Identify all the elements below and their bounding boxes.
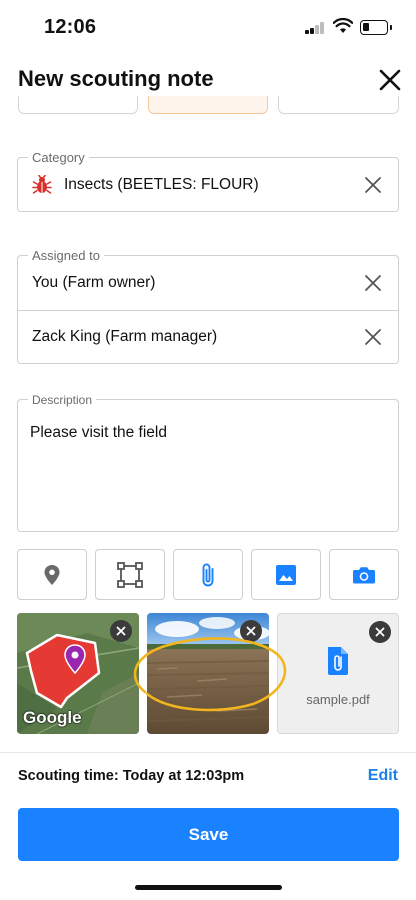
gallery-button[interactable] [251,549,321,600]
file-attachment-icon [328,647,348,675]
google-logo: Google [23,708,82,727]
remove-assignee-icon[interactable] [364,274,382,292]
edit-time-link[interactable]: Edit [368,767,398,785]
page-title: New scouting note [18,66,214,91]
location-pin-icon [44,564,60,585]
image-icon [276,564,296,585]
pdf-thumbnail[interactable]: sample.pdf [277,613,399,734]
map-thumbnail[interactable]: Google [17,613,139,734]
type-option-2[interactable] [148,96,268,114]
attach-button[interactable] [173,549,243,600]
battery-icon [360,20,392,35]
status-bar: 12:06 [0,0,416,56]
assigned-field: Assigned to You (Farm owner) Zack King (… [17,248,399,364]
signal-icon [305,22,325,34]
paperclip-icon [202,563,214,586]
assignee-row[interactable]: You (Farm owner) [18,256,398,310]
area-select-icon [117,561,143,588]
type-option-3[interactable] [278,96,399,114]
home-indicator [135,885,282,890]
camera-icon [353,566,375,583]
assignee-row[interactable]: Zack King (Farm manager) [18,310,398,363]
remove-assignee-icon[interactable] [364,328,382,346]
description-text[interactable]: Please visit the field [30,424,167,442]
category-field[interactable]: Category Insects (BEETLES: FLOUR) [17,150,399,212]
category-value: Insects (BEETLES: FLOUR) [64,175,259,193]
category-row[interactable]: Insects (BEETLES: FLOUR) [18,158,398,211]
clear-category-icon[interactable] [364,176,382,194]
scouting-time: Scouting time: Today at 12:03pm [18,768,245,784]
close-icon[interactable] [376,66,404,94]
description-legend: Description [28,392,97,408]
assignee-name: Zack King (Farm manager) [32,328,218,345]
pdf-filename: sample.pdf [306,692,370,707]
location-button[interactable] [17,549,87,600]
footer-divider [0,752,416,753]
camera-button[interactable] [329,549,399,600]
type-option-1[interactable] [18,96,138,114]
area-button[interactable] [95,549,165,600]
highlight-annotation [133,637,287,712]
status-time: 12:06 [44,16,97,38]
description-field[interactable]: Description Please visit the field [17,392,399,532]
bug-icon [32,174,52,194]
close-icon [375,627,385,637]
save-button[interactable]: Save [18,808,399,861]
remove-attachment-button[interactable] [369,621,391,643]
assignee-name: You (Farm owner) [32,274,156,291]
wifi-icon [333,18,353,33]
